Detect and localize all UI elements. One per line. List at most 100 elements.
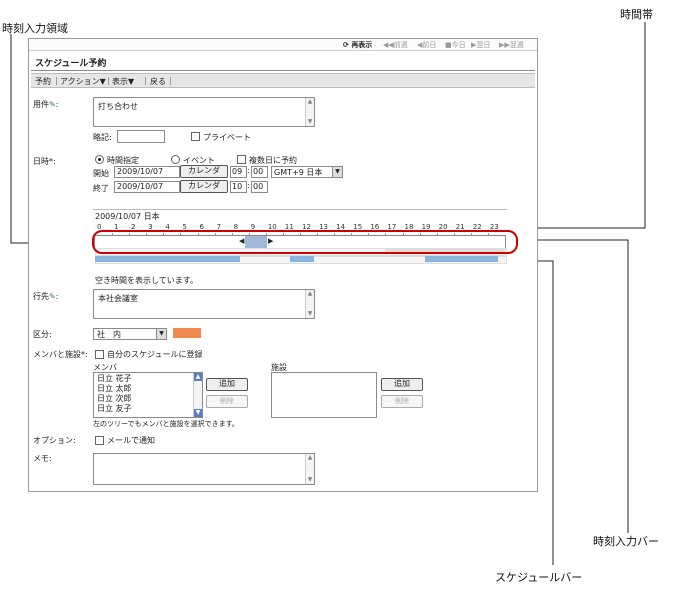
scroll-down-icon[interactable]: ▼	[306, 118, 314, 126]
members-list-items: 日立 花子 日立 太郎 日立 次郎 日立 友子	[97, 374, 132, 414]
end-date-input[interactable]: 2009/10/07	[114, 181, 180, 193]
memo-scrollbar[interactable]: ▲ ▼	[305, 454, 314, 484]
pencil-icon: ✎	[49, 292, 56, 301]
members-list[interactable]: 日立 花子 日立 太郎 日立 次郎 日立 友子 ▲ ▼	[93, 372, 203, 418]
today-label: 今日	[451, 41, 466, 49]
next-week-link[interactable]: ▶▶翌週	[499, 40, 524, 50]
members-scrollbar[interactable]: ▲ ▼	[193, 373, 202, 417]
time-colon: :	[247, 166, 250, 175]
menu-view[interactable]: 表示▼	[112, 76, 134, 87]
prev-week-link[interactable]: ◀◀前週	[383, 40, 408, 50]
mail-notify-checkbox[interactable]	[95, 436, 104, 445]
subject-value: 打ち合わせ	[98, 102, 138, 111]
list-item[interactable]: 日立 友子	[97, 404, 132, 414]
menu-reserve[interactable]: 予約	[35, 76, 51, 87]
start-label: 開始	[93, 169, 109, 178]
abbr-label: 略記:	[93, 133, 112, 142]
event-radio[interactable]	[171, 155, 180, 164]
list-item[interactable]: 日立 花子	[97, 374, 132, 384]
schedule-window: ⟳ 再表示 ◀◀前週 ◀前日 ■今日 ▶翌日 ▶▶翌週 スケジュール予約 予約 …	[28, 38, 538, 492]
start-min-input[interactable]: 00	[251, 166, 268, 178]
end-min-input[interactable]: 00	[251, 181, 268, 193]
subject-label: 用件✎:	[33, 100, 59, 109]
reload-link[interactable]: ⟳ 再表示	[343, 40, 372, 50]
memo-label: メモ:	[33, 454, 52, 463]
timeline-header: 2009/10/07 日本	[95, 212, 160, 221]
list-item[interactable]: 日立 次郎	[97, 394, 132, 404]
page-title: スケジュール予約	[35, 59, 107, 69]
end-calendar-button[interactable]: カレンダ	[180, 180, 228, 193]
dest-scrollbar[interactable]: ▲ ▼	[305, 290, 314, 318]
prev-day-label: 前日	[422, 41, 437, 49]
time-colon: :	[247, 181, 250, 190]
prev-week-label: 前週	[393, 41, 408, 49]
pencil-icon: ✎	[49, 100, 56, 109]
menu-sep: |	[169, 76, 172, 85]
reload-label: 再表示	[351, 41, 373, 49]
start-date-input[interactable]: 2009/10/07	[114, 166, 180, 178]
add-member-button[interactable]: 追加	[206, 378, 248, 391]
register-self-label: 自分のスケジュールに登録	[107, 350, 203, 359]
scroll-up-icon[interactable]: ▲	[306, 290, 314, 298]
start-calendar-button[interactable]: カレンダ	[180, 165, 228, 178]
subject-label-text: 用件	[33, 100, 49, 109]
dest-label: 行先✎:	[33, 292, 59, 301]
category-value: 社 内	[97, 330, 121, 339]
dest-input[interactable]: 本社会議室 ▲ ▼	[93, 289, 315, 319]
time-input-area-highlight	[92, 230, 518, 254]
timeline-top-border	[93, 209, 507, 210]
facilities-list[interactable]	[271, 372, 377, 418]
members-label: メンバと施設*:	[33, 350, 88, 359]
busy-block	[425, 256, 498, 262]
delete-member-button[interactable]: 削除	[206, 395, 248, 408]
private-label: プライベート	[203, 133, 251, 142]
menu-back[interactable]: 戻る	[150, 76, 166, 87]
dest-value: 本社会議室	[98, 294, 138, 303]
menu-action[interactable]: アクション▼	[60, 76, 106, 87]
free-time-note: 空き時間を表示しています。	[95, 276, 198, 285]
private-checkbox[interactable]	[191, 132, 200, 141]
time-spec-radio[interactable]	[95, 155, 104, 164]
memo-input[interactable]: ▲ ▼	[93, 453, 315, 485]
multi-day-label: 複数日に予約	[249, 156, 297, 165]
multi-day-checkbox[interactable]	[237, 155, 246, 164]
today-link[interactable]: ■今日	[445, 40, 466, 50]
menu-sep: |	[144, 76, 147, 85]
start-hour-input[interactable]: 09	[230, 166, 247, 178]
scroll-up-icon[interactable]: ▲	[194, 373, 202, 381]
prev-day-link[interactable]: ◀前日	[417, 40, 436, 50]
scroll-down-icon[interactable]: ▼	[194, 409, 202, 417]
add-facility-button[interactable]: 追加	[381, 378, 423, 391]
title-divider	[31, 70, 535, 71]
menu-sep: |	[107, 76, 110, 85]
busy-block	[290, 256, 314, 262]
next-day-link[interactable]: ▶翌日	[471, 40, 490, 50]
scroll-up-icon[interactable]: ▲	[306, 98, 314, 106]
scroll-down-icon[interactable]: ▼	[306, 476, 314, 484]
subject-scrollbar[interactable]: ▲ ▼	[305, 98, 314, 126]
menu-sep: |	[55, 76, 58, 85]
datetime-label: 日時*:	[33, 157, 56, 166]
chevron-down-icon[interactable]: ▼	[332, 167, 342, 177]
end-hour-input[interactable]: 10	[230, 181, 247, 193]
subject-input[interactable]: 打ち合わせ ▲ ▼	[93, 97, 315, 127]
option-label: オプション:	[33, 436, 76, 445]
menu-bar: 予約 | アクション▼ | 表示▼ | 戻る |	[31, 73, 535, 88]
end-label: 終了	[93, 184, 109, 193]
delete-facility-button[interactable]: 削除	[381, 395, 423, 408]
abbr-input[interactable]	[117, 130, 165, 143]
list-item[interactable]: 日立 太郎	[97, 384, 132, 394]
dest-label-text: 行先	[33, 292, 49, 301]
scroll-up-icon[interactable]: ▲	[306, 454, 314, 462]
date-nav-bar: ⟳ 再表示 ◀◀前週 ◀前日 ■今日 ▶翌日 ▶▶翌週	[29, 39, 537, 51]
timezone-select[interactable]: GMT+9 日本 ▼	[271, 166, 343, 178]
mail-notify-label: メールで通知	[107, 436, 155, 445]
timezone-value: GMT+9 日本	[274, 168, 323, 177]
busy-block	[95, 256, 240, 262]
chevron-down-icon[interactable]: ▼	[156, 329, 166, 339]
category-color-swatch	[173, 328, 201, 338]
category-select[interactable]: 社 内 ▼	[93, 328, 167, 340]
tree-note: 左のツリーでもメンバと施設を選択できます。	[93, 420, 239, 428]
scroll-down-icon[interactable]: ▼	[306, 310, 314, 318]
register-self-checkbox[interactable]	[95, 350, 104, 359]
